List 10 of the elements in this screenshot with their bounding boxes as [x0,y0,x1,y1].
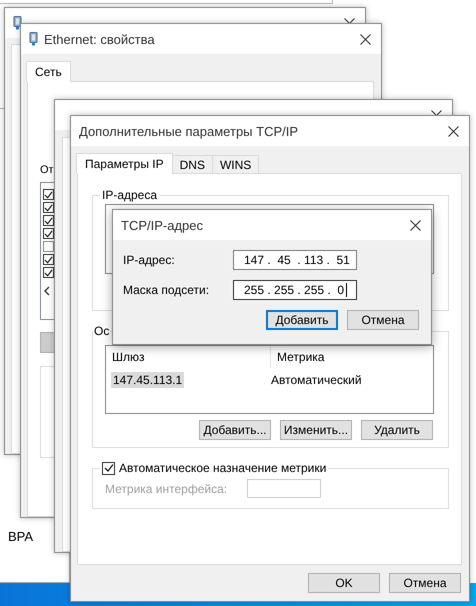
group-title: IP-адреса [101,188,158,202]
field-label: IP-адрес: [123,253,176,267]
window-title: Ethernet: свойства [44,32,156,46]
field-label: Метрика интерфейса: [105,482,228,496]
window-title: TCP/IP-адрес [121,218,204,232]
window-title: Дополнительные параметры TCP/IP [79,124,300,138]
field-label: Маска подсети: [123,283,210,297]
window-text: BPA [8,529,34,544]
group-title: Ос [93,324,110,338]
list-caption: От [40,163,54,177]
